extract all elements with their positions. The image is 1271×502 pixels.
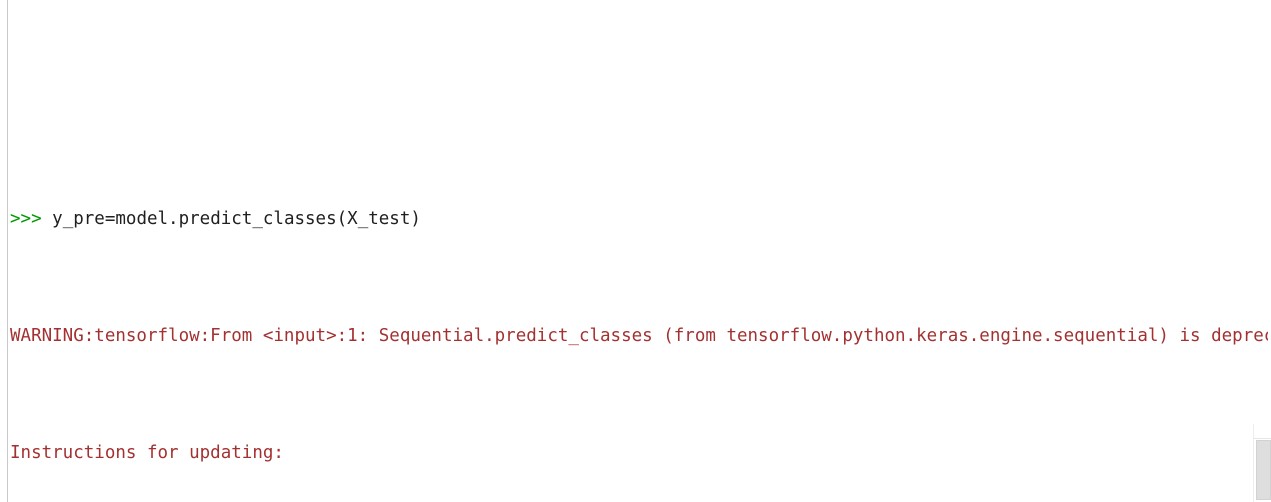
console-line-warning-deprecated: WARNING:tensorflow:From <input>:1: Seque… <box>10 322 1268 351</box>
prompt-marker: >>> <box>10 209 53 230</box>
clipped-previous-line <box>10 109 1268 118</box>
scrollbar-thumb[interactable] <box>1256 440 1271 500</box>
warning-text: Instructions for updating: <box>10 443 284 464</box>
python-console[interactable]: >>> y_pre=model.predict_classes(X_test) … <box>0 0 1271 502</box>
scrollbar-up-arrow-icon[interactable] <box>1254 424 1271 439</box>
code-text: y_pre=model.predict_classes(X_test) <box>52 209 421 230</box>
console-line-cmd-predict-classes[interactable]: >>> y_pre=model.predict_classes(X_test) <box>10 205 1268 234</box>
console-line-warning-instructions: Instructions for updating: <box>10 439 1268 468</box>
warning-text: WARNING:tensorflow:From <input>:1: Seque… <box>10 326 1268 347</box>
left-gutter-rule <box>7 0 8 502</box>
vertical-scrollbar[interactable] <box>1253 424 1271 502</box>
console-text-pane[interactable]: >>> y_pre=model.predict_classes(X_test) … <box>10 0 1268 502</box>
